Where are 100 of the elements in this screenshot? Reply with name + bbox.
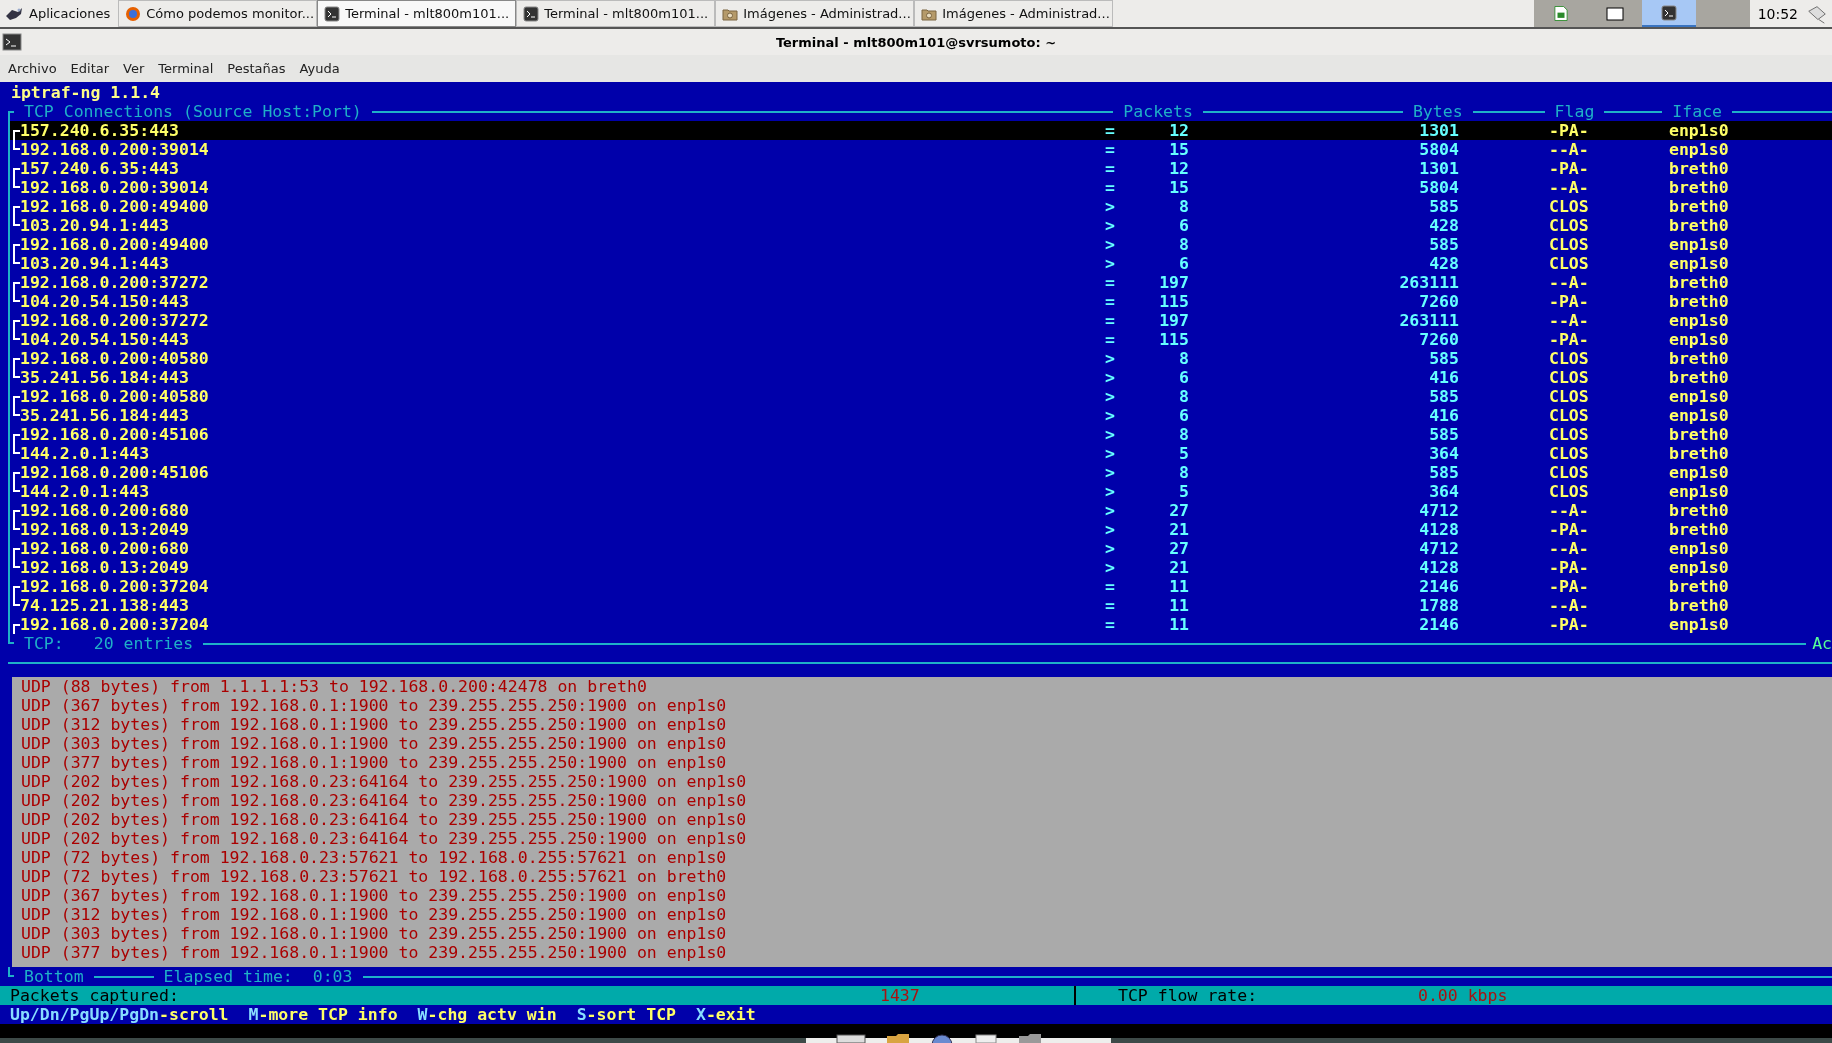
packets-cell-text: 27 bbox=[1168, 501, 1189, 520]
udp-log-line: UDP (202 bytes) from 192.168.0.23:64164 to 239.255.255.250:1900 on enp1s0 bbox=[21, 772, 748, 791]
connection-row[interactable]: 157.240.6.35:443 = 12 1301 -PA- enp1s0 bbox=[10, 121, 1832, 140]
connection-row[interactable]: 144.2.0.1:443 > 5 364 CLOS enp1s0 bbox=[10, 482, 1832, 501]
status-text: Ac bbox=[1811, 634, 1832, 653]
packets-cell-text: 6 bbox=[1178, 406, 1189, 425]
connection-row[interactable]: 144.2.0.1:443 > 5 364 CLOS breth0 bbox=[10, 444, 1832, 463]
bytes-cell-text: 364 bbox=[1428, 444, 1459, 463]
host-cell-text: 192.168.0.200:40580 bbox=[20, 387, 210, 406]
packets-cell-text: 8 bbox=[1178, 197, 1189, 216]
document-icon[interactable] bbox=[974, 1033, 998, 1043]
flag-cell-text: CLOS bbox=[1548, 387, 1590, 406]
direction-cell-text: = bbox=[1105, 273, 1116, 292]
udp-log-line: UDP (312 bytes) from 192.168.0.1:1900 to 239.255.255.250:1900 on enp1s0 bbox=[21, 715, 728, 734]
connection-row[interactable]: 192.168.0.200:37204 = 11 2146 -PA- breth0 bbox=[10, 577, 1832, 596]
flag-cell-text: -PA- bbox=[1548, 615, 1590, 634]
connection-row[interactable]: 192.168.0.200:37272 = 197 263111 --A- breth0 bbox=[10, 273, 1832, 292]
flow-rate-value: 0.00 kbps bbox=[1418, 986, 1508, 1005]
folder-icon[interactable] bbox=[1018, 1033, 1042, 1043]
flag-cell-text: CLOS bbox=[1548, 444, 1590, 463]
flag-cell-text: --A- bbox=[1548, 539, 1590, 558]
window-title: Terminal - mlt800m101@svrsumoto: ~ bbox=[775, 34, 1057, 50]
clock: 10:52 bbox=[1756, 4, 1799, 24]
menu-item[interactable]: Pestañas bbox=[221, 59, 292, 78]
direction-cell-text: > bbox=[1105, 349, 1116, 368]
udp-log-line: UDP (72 bytes) from 192.168.0.23:57621 to 192.168.0.255:57621 on breth0 bbox=[21, 867, 728, 886]
column-header: Packets bbox=[1122, 102, 1194, 121]
taskbar-task[interactable]: Terminal - mlt800m101... bbox=[516, 0, 716, 27]
folder-icon[interactable] bbox=[886, 1033, 910, 1043]
iface-cell-text: breth0 bbox=[1668, 577, 1729, 596]
iface-cell-text: breth0 bbox=[1668, 444, 1729, 463]
host-cell-text: 144.2.0.1:443 bbox=[20, 444, 151, 463]
packets-captured-value: 1437 bbox=[880, 986, 921, 1005]
menu-item[interactable]: Archivo bbox=[2, 59, 63, 78]
connection-row[interactable]: 192.168.0.200:40580 > 8 585 CLOS breth0 bbox=[10, 349, 1832, 368]
monitor-icon[interactable] bbox=[836, 1033, 866, 1043]
connection-row[interactable]: 35.241.56.184:443 > 6 416 CLOS enp1s0 bbox=[10, 406, 1832, 425]
direction-cell-text: = bbox=[1105, 178, 1116, 197]
direction-cell-text: = bbox=[1105, 159, 1116, 178]
host-cell-text: 192.168.0.200:39014 bbox=[20, 140, 210, 159]
connection-row[interactable]: 192.168.0.200:49400 > 8 585 CLOS enp1s0 bbox=[10, 235, 1832, 254]
packets-captured-label: Packets captured: bbox=[9, 986, 180, 1005]
flag-cell-text: -PA- bbox=[1548, 577, 1590, 596]
bytes-cell-text: 263111 bbox=[1398, 273, 1459, 292]
menu-item[interactable]: Ayuda bbox=[293, 59, 346, 78]
taskbar-task[interactable]: Terminal - mlt800m101... bbox=[317, 0, 517, 27]
iface-cell-text: enp1s0 bbox=[1668, 482, 1729, 501]
bytes-cell-text: 428 bbox=[1428, 216, 1459, 235]
udp-log-line: UDP (202 bytes) from 192.168.0.23:64164 to 239.255.255.250:1900 on enp1s0 bbox=[21, 829, 748, 848]
menu-item[interactable]: Ver bbox=[117, 59, 151, 78]
column-header: Iface bbox=[1671, 102, 1723, 121]
taskbar-task[interactable]: Imágenes - Administrad... bbox=[715, 0, 915, 27]
workspace-button[interactable] bbox=[1587, 0, 1642, 27]
connection-row[interactable]: 192.168.0.200:680 > 27 4712 --A- breth0 bbox=[10, 501, 1832, 520]
bytes-cell-text: 585 bbox=[1428, 463, 1459, 482]
connection-row[interactable]: 104.20.54.150:443 = 115 7260 -PA- breth0 bbox=[10, 292, 1832, 311]
connection-row[interactable]: 74.125.21.138:443 = 11 1788 --A- breth0 bbox=[10, 596, 1832, 615]
connection-row[interactable]: 192.168.0.200:680 > 27 4712 --A- enp1s0 bbox=[10, 539, 1832, 558]
host-cell-text: 192.168.0.200:49400 bbox=[20, 197, 210, 216]
host-cell-text: 157.240.6.35:443 bbox=[20, 159, 180, 178]
connection-row[interactable]: 192.168.0.200:40580 > 8 585 CLOS enp1s0 bbox=[10, 387, 1832, 406]
bytes-cell-text: 7260 bbox=[1418, 292, 1459, 311]
host-cell-text: 157.240.6.35:443 bbox=[20, 121, 180, 140]
packets-cell-text: 197 bbox=[1158, 311, 1189, 330]
connection-row[interactable]: 192.168.0.200:39014 = 15 5804 --A- enp1s0 bbox=[10, 140, 1832, 159]
connection-row[interactable]: 104.20.54.150:443 = 115 7260 -PA- enp1s0 bbox=[10, 330, 1832, 349]
connection-row[interactable]: 157.240.6.35:443 = 12 1301 -PA- breth0 bbox=[10, 159, 1832, 178]
bytes-cell-text: 1301 bbox=[1418, 121, 1459, 140]
connection-row[interactable]: 192.168.0.200:39014 = 15 5804 --A- breth0 bbox=[10, 178, 1832, 197]
taskbar-task[interactable]: Imágenes - Administrad... bbox=[914, 0, 1114, 27]
column-header: Flag bbox=[1553, 102, 1596, 121]
iface-cell-text: breth0 bbox=[1668, 520, 1729, 539]
elapsed-time: 0:03 bbox=[311, 967, 354, 986]
bytes-cell-text: 585 bbox=[1428, 197, 1459, 216]
connection-row[interactable]: 103.20.94.1:443 > 6 428 CLOS enp1s0 bbox=[10, 254, 1832, 273]
globe-icon[interactable] bbox=[930, 1033, 954, 1043]
workspace-button[interactable] bbox=[1533, 0, 1588, 27]
direction-cell-text: = bbox=[1105, 596, 1116, 615]
direction-cell-text: = bbox=[1105, 311, 1116, 330]
menu-item[interactable]: Terminal bbox=[152, 59, 220, 78]
bytes-cell-text: 1788 bbox=[1418, 596, 1459, 615]
connection-row[interactable]: 192.168.0.13:2049 > 21 4128 -PA- breth0 bbox=[10, 520, 1832, 539]
connection-row[interactable]: 192.168.0.13:2049 > 21 4128 -PA- enp1s0 bbox=[10, 558, 1832, 577]
workspace-button[interactable] bbox=[1641, 0, 1696, 27]
connection-row[interactable]: 103.20.94.1:443 > 6 428 CLOS breth0 bbox=[10, 216, 1832, 235]
connection-row[interactable]: 192.168.0.200:45106 > 8 585 CLOS enp1s0 bbox=[10, 463, 1832, 482]
connection-row[interactable]: 192.168.0.200:45106 > 8 585 CLOS breth0 bbox=[10, 425, 1832, 444]
taskbar-task[interactable]: Cómo podemos monitor... bbox=[118, 0, 318, 27]
packets-cell-text: 8 bbox=[1178, 463, 1189, 482]
connection-row[interactable]: 192.168.0.200:37272 = 197 263111 --A- enp1s0 bbox=[10, 311, 1832, 330]
packets-cell-text: 6 bbox=[1178, 254, 1189, 273]
menu-item[interactable]: Editar bbox=[64, 59, 116, 78]
connection-row[interactable]: 192.168.0.200:37204 = 11 2146 -PA- enp1s0 bbox=[10, 615, 1832, 634]
udp-log-line: UDP (367 bytes) from 192.168.0.1:1900 to 239.255.255.250:1900 on enp1s0 bbox=[21, 886, 728, 905]
packets-cell-text: 15 bbox=[1168, 178, 1189, 197]
connection-row[interactable]: 35.241.56.184:443 > 6 416 CLOS breth0 bbox=[10, 368, 1832, 387]
connection-row[interactable]: 192.168.0.200:49400 > 8 585 CLOS breth0 bbox=[10, 197, 1832, 216]
bytes-cell-text: 2146 bbox=[1418, 615, 1459, 634]
bytes-cell-text: 5804 bbox=[1418, 178, 1459, 197]
iface-cell-text: breth0 bbox=[1668, 197, 1729, 216]
